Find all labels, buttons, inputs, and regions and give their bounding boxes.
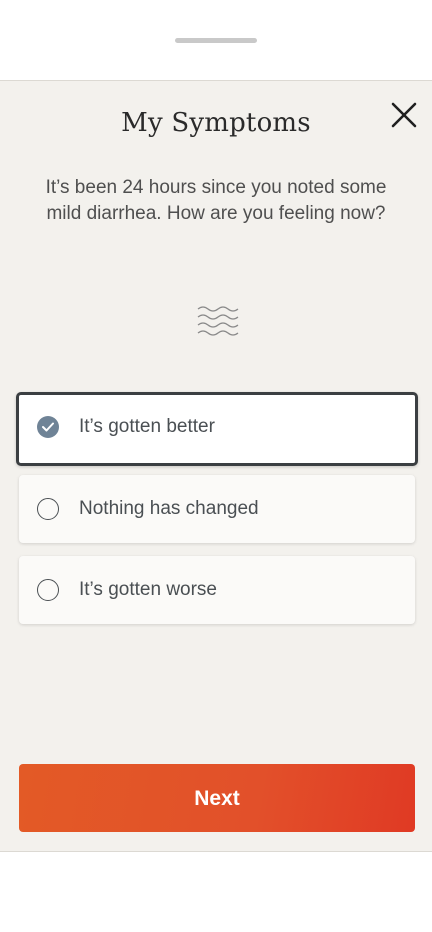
screen: My Symptoms It’s been 24 hours since you…: [0, 0, 432, 932]
radio-unchecked-icon: [37, 579, 59, 601]
option-label: It’s gotten worse: [79, 579, 218, 600]
symptom-question: It’s been 24 hours since you noted some …: [45, 177, 387, 224]
close-icon: [391, 102, 417, 128]
radio-checked-icon: [37, 416, 59, 438]
symptom-sheet: My Symptoms It’s been 24 hours since you…: [0, 80, 432, 852]
diarrhea-waves-icon: [197, 306, 239, 336]
option-worse[interactable]: It’s gotten worse: [19, 556, 415, 624]
page-title: My Symptoms: [121, 108, 311, 138]
next-button[interactable]: Next: [19, 764, 415, 832]
option-better[interactable]: It’s gotten better: [16, 392, 418, 466]
option-label: Nothing has changed: [79, 498, 259, 519]
option-label: It’s gotten better: [79, 416, 215, 437]
close-button[interactable]: [386, 97, 422, 133]
option-no-change[interactable]: Nothing has changed: [19, 475, 415, 543]
drag-handle[interactable]: [175, 38, 257, 43]
radio-unchecked-icon: [37, 498, 59, 520]
